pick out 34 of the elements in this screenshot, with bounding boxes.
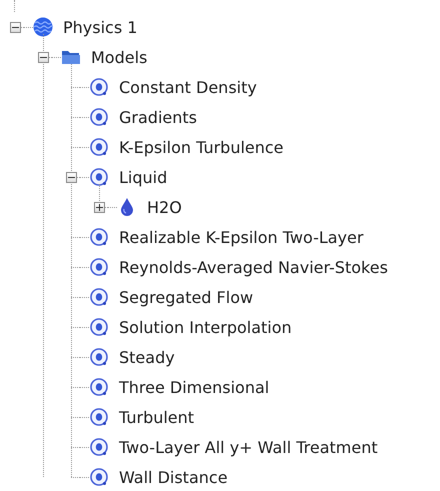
tree-item-label[interactable]: H2O [147, 198, 182, 216]
tree-item-label[interactable]: Turbulent [119, 408, 194, 426]
model-icon [89, 317, 109, 337]
model-icon [89, 437, 109, 457]
tree-item-label[interactable]: Realizable K-Epsilon Two-Layer [119, 228, 364, 246]
expand-toggle[interactable] [94, 202, 104, 212]
tree-item-label[interactable]: Segregated Flow [119, 288, 254, 306]
tree-item-label[interactable]: Liquid [119, 168, 168, 186]
model-icon [89, 287, 109, 307]
tree-item-label[interactable]: Gradients [119, 108, 197, 126]
tree-item-label[interactable]: Wall Distance [119, 468, 228, 486]
tree-item-label[interactable]: Three Dimensional [119, 378, 270, 396]
model-icon [89, 407, 109, 427]
tree-item-label[interactable]: Models [91, 48, 148, 66]
model-icon [89, 167, 109, 187]
tree-item-label[interactable]: K-Epsilon Turbulence [119, 138, 284, 156]
tree-item-label[interactable]: Two-Layer All y+ Wall Treatment [119, 438, 378, 456]
collapse-toggle[interactable] [10, 22, 20, 32]
model-icon [89, 467, 109, 487]
physics-icon [33, 17, 53, 37]
tree-item-label[interactable]: Steady [119, 348, 175, 366]
model-icon [89, 227, 109, 247]
model-icon [89, 137, 109, 157]
collapse-toggle[interactable] [38, 52, 48, 62]
model-icon [89, 347, 109, 367]
tree-item-label[interactable]: Physics 1 [63, 18, 138, 36]
model-icon [89, 77, 109, 97]
tree-item-label[interactable]: Solution Interpolation [119, 318, 292, 336]
model-icon [89, 257, 109, 277]
collapse-toggle[interactable] [66, 172, 76, 182]
model-icon [89, 107, 109, 127]
model-icon [89, 377, 109, 397]
tree-item-label[interactable]: Constant Density [119, 78, 257, 96]
tree-item-label[interactable]: Reynolds-Averaged Navier-Stokes [119, 258, 388, 276]
